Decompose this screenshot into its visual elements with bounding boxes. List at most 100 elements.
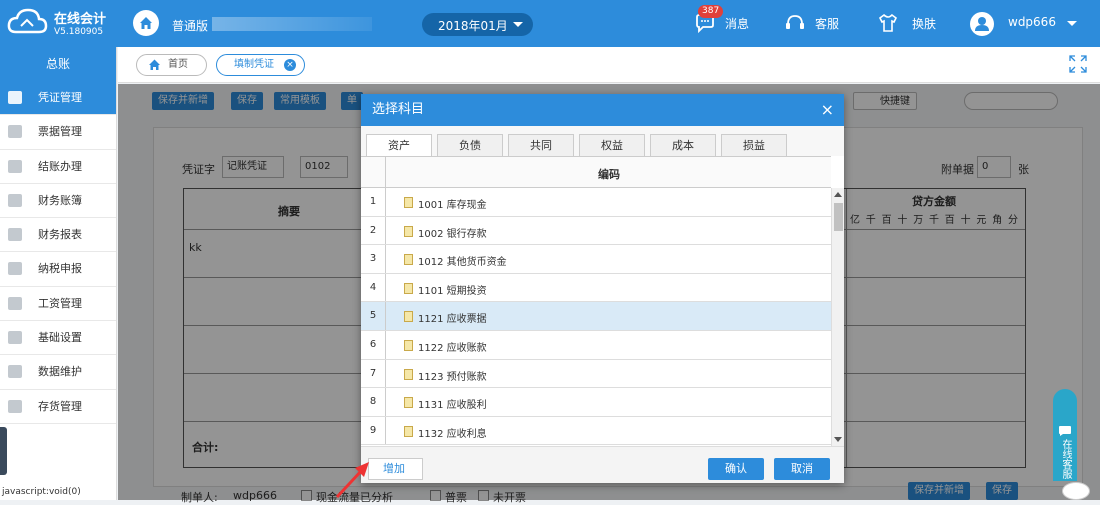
table-scrollbar[interactable] [831, 188, 844, 446]
table-row[interactable]: 3 1012 其他货币资金 [361, 245, 831, 274]
tab-category-3[interactable]: 权益 [579, 134, 645, 156]
document-icon [404, 254, 413, 266]
sidebar-item-6[interactable]: 工资管理 [0, 287, 116, 322]
tab-category-4[interactable]: 成本 [650, 134, 716, 156]
company-name-redacted [212, 17, 372, 31]
tab-voucher-entry[interactable]: 填制凭证 × [216, 54, 305, 76]
table-row[interactable]: 9 1132 应收利息 [361, 416, 831, 445]
app-title: 在线会计 [54, 12, 107, 27]
sidebar-item-8[interactable]: 数据维护 [0, 355, 116, 390]
sidebar: 总账 凭证管理 票据管理 结账办理 财务账簿 财务报表 纳税申报 工资管理 基础设置 数据维护存… [0, 47, 117, 500]
confirm-button[interactable]: 确认 [708, 458, 764, 480]
sidebar-item-9[interactable]: 存货管理 [0, 390, 116, 424]
home-icon [149, 59, 160, 70]
voucher-icon [8, 91, 22, 104]
period-value: 2018年01月 [438, 19, 508, 33]
table-row[interactable]: 6 1122 应收账款 [361, 331, 831, 360]
account-code-name: 1132 应收利息 [418, 428, 487, 440]
settings-icon [8, 331, 22, 345]
row-index: 3 [361, 245, 386, 273]
account-code-name: 1001 库存现金 [418, 200, 487, 211]
row-index: 1 [361, 188, 386, 216]
close-icon[interactable]: × [284, 59, 296, 71]
document-icon [404, 225, 413, 237]
online-service-label: 在线客服 [1060, 439, 1071, 479]
add-account-button[interactable]: 增加 [368, 458, 423, 480]
account-code-name: 1131 应收股利 [418, 400, 487, 412]
select-account-dialog: 选择科目 × 资产 负债 共同 权益 成本 损益 编码 1 1001 库存现金 2 1002 银… [361, 94, 844, 483]
username[interactable]: wdp666 [1008, 15, 1056, 29]
index-column-header [361, 157, 386, 188]
tab-home-label: 首页 [168, 59, 188, 70]
service-link[interactable]: 客服 [815, 15, 839, 32]
headset-icon[interactable] [784, 12, 806, 34]
scroll-up-icon[interactable] [834, 192, 842, 197]
chat-bubble-icon[interactable] [1062, 482, 1090, 500]
tab-strip: 首页 填制凭证 × [118, 47, 1100, 83]
sidebar-item-label: 工资管理 [38, 296, 82, 310]
row-index: 7 [361, 359, 386, 388]
bill-icon [8, 125, 22, 139]
fullscreen-icon[interactable] [1068, 54, 1088, 74]
tax-icon [8, 262, 22, 276]
sidebar-item-label: 数据维护 [38, 365, 82, 379]
sidebar-item-3[interactable]: 财务账簿 [0, 184, 116, 219]
sidebar-item-label: 财务报表 [38, 228, 82, 242]
document-icon [404, 368, 413, 380]
sidebar-item-4[interactable]: 财务报表 [0, 218, 116, 253]
table-row[interactable]: 8 1131 应收股利 [361, 388, 831, 417]
account-category-tabs: 资产 负债 共同 权益 成本 损益 [361, 126, 844, 157]
chevron-down-icon[interactable] [1067, 21, 1077, 26]
table-row[interactable]: 2 1002 银行存款 [361, 216, 831, 246]
shirt-icon[interactable] [877, 12, 899, 34]
skin-link[interactable]: 换肤 [912, 15, 936, 32]
status-bar-text: javascript:void(0) [2, 487, 81, 497]
salary-icon [8, 296, 22, 310]
scroll-thumb[interactable] [834, 203, 843, 231]
tab-category-0[interactable]: 资产 [366, 134, 432, 157]
row-index: 5 [361, 302, 386, 330]
sidebar-item-label: 纳税申报 [38, 262, 82, 276]
sidebar-item-2[interactable]: 结账办理 [0, 150, 116, 184]
sidebar-collapse-handle[interactable] [0, 427, 7, 475]
document-icon [404, 197, 413, 208]
table-row[interactable]: 5 1121 应收票据 [361, 302, 831, 331]
sidebar-item-7[interactable]: 基础设置 [0, 321, 116, 356]
home-button[interactable] [133, 10, 159, 36]
online-service-float[interactable]: 在线客服 [1053, 389, 1077, 481]
account-code-name: 1123 预付账款 [418, 371, 487, 383]
tab-category-5[interactable]: 损益 [721, 134, 787, 156]
cancel-button[interactable]: 取消 [774, 458, 830, 480]
sidebar-item-1[interactable]: 票据管理 [0, 115, 116, 150]
account-code-name: 1121 应收票据 [418, 314, 487, 326]
sidebar-item-0[interactable]: 凭证管理 [0, 81, 116, 116]
user-icon [975, 17, 989, 31]
close-icon[interactable]: × [821, 94, 834, 126]
chat-icon [1059, 426, 1071, 436]
document-icon [404, 397, 413, 409]
dialog-header: 选择科目 × [361, 94, 844, 126]
bar-chart-icon [8, 228, 22, 242]
message-link[interactable]: 消息 [725, 15, 749, 32]
table-row[interactable]: 1 1001 库存现金 [361, 188, 831, 217]
cloud-logo-icon [7, 8, 48, 34]
account-table: 编码 1 1001 库存现金 2 1002 银行存款 3 1012 其他货币资金 4 1101… [361, 156, 831, 445]
ledger-icon [8, 193, 22, 207]
sidebar-item-label: 存货管理 [38, 399, 82, 413]
account-code-name: 1101 短期投资 [418, 285, 487, 297]
sidebar-list: 凭证管理票据管理结账办理 财务账簿财务报表纳税申报工资管理基础设置数据维护存货管理 [0, 81, 116, 424]
table-row[interactable]: 7 1123 预付账款 [361, 359, 831, 389]
table-row[interactable]: 4 1101 短期投资 [361, 273, 831, 303]
scroll-down-icon[interactable] [834, 437, 842, 442]
avatar[interactable] [970, 12, 994, 36]
sidebar-item-5[interactable]: 纳税申报 [0, 252, 116, 287]
tab-home[interactable]: 首页 [136, 54, 207, 76]
inventory-icon [8, 399, 22, 413]
chevron-down-icon [513, 22, 523, 27]
sidebar-item-label: 票据管理 [38, 125, 82, 139]
tab-category-2[interactable]: 共同 [508, 134, 574, 156]
period-select[interactable]: 2018年01月 [422, 13, 533, 36]
top-bar: 在线会计 V5.180905 普通版 2018年01月 387 消息 客服 换肤… [0, 0, 1100, 47]
tab-category-1[interactable]: 负债 [437, 134, 503, 156]
document-icon [404, 425, 413, 437]
